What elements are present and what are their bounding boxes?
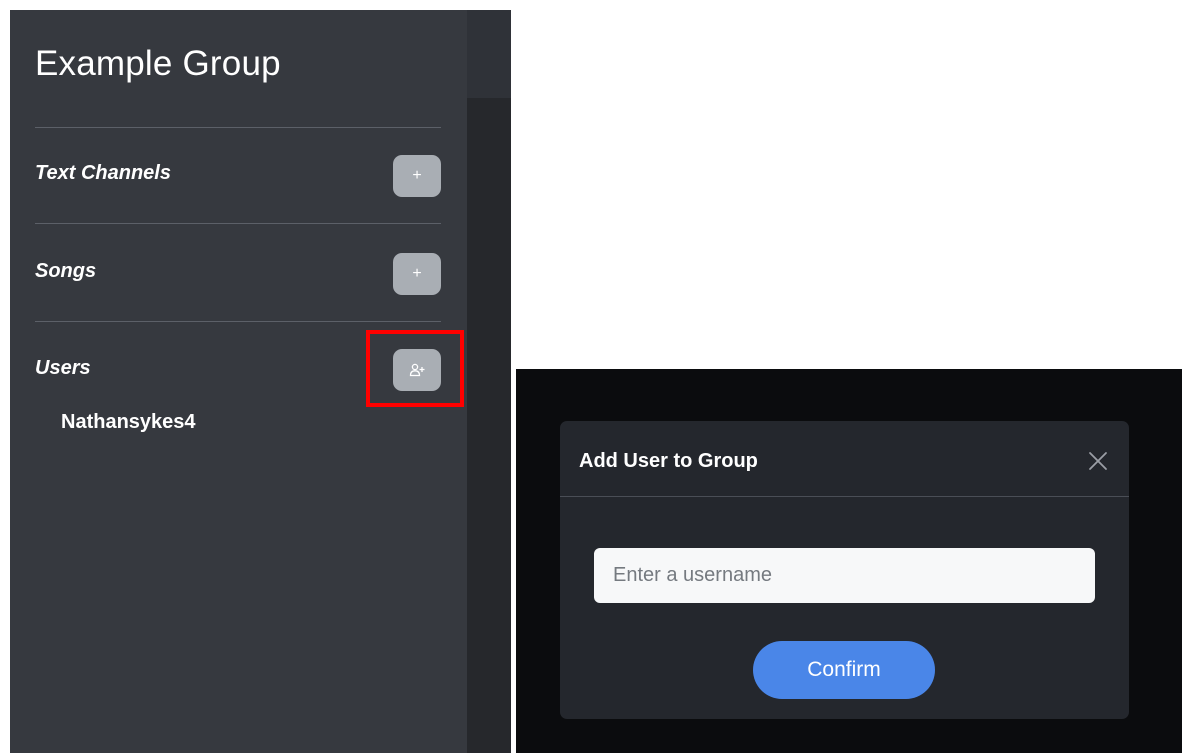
divider	[35, 321, 441, 322]
add-text-channel-button[interactable]: +	[393, 155, 441, 197]
close-icon[interactable]	[1087, 450, 1109, 472]
modal-header: Add User to Group	[560, 421, 1129, 497]
section-label-songs: Songs	[35, 260, 97, 282]
group-title: Example Group	[35, 44, 281, 83]
content-header-strip	[467, 10, 511, 98]
user-list-item[interactable]: Nathansykes4	[61, 412, 196, 432]
highlight-annotation-box	[366, 330, 464, 407]
group-sidebar-screenshot: Example Group Text Channels + Songs + Us…	[10, 10, 511, 753]
divider	[35, 127, 441, 128]
confirm-button[interactable]: Confirm	[753, 641, 935, 699]
content-area-strip	[467, 98, 511, 753]
section-label-text-channels: Text Channels	[35, 162, 171, 184]
modal-title: Add User to Group	[579, 450, 758, 472]
username-input[interactable]	[594, 548, 1095, 603]
plus-icon: +	[412, 167, 422, 184]
section-label-users: Users	[35, 357, 91, 379]
add-user-modal: Add User to Group Confirm	[560, 421, 1129, 719]
plus-icon: +	[412, 265, 422, 282]
add-song-button[interactable]: +	[393, 253, 441, 295]
add-user-modal-screenshot: Add User to Group Confirm	[516, 369, 1182, 753]
divider	[35, 223, 441, 224]
